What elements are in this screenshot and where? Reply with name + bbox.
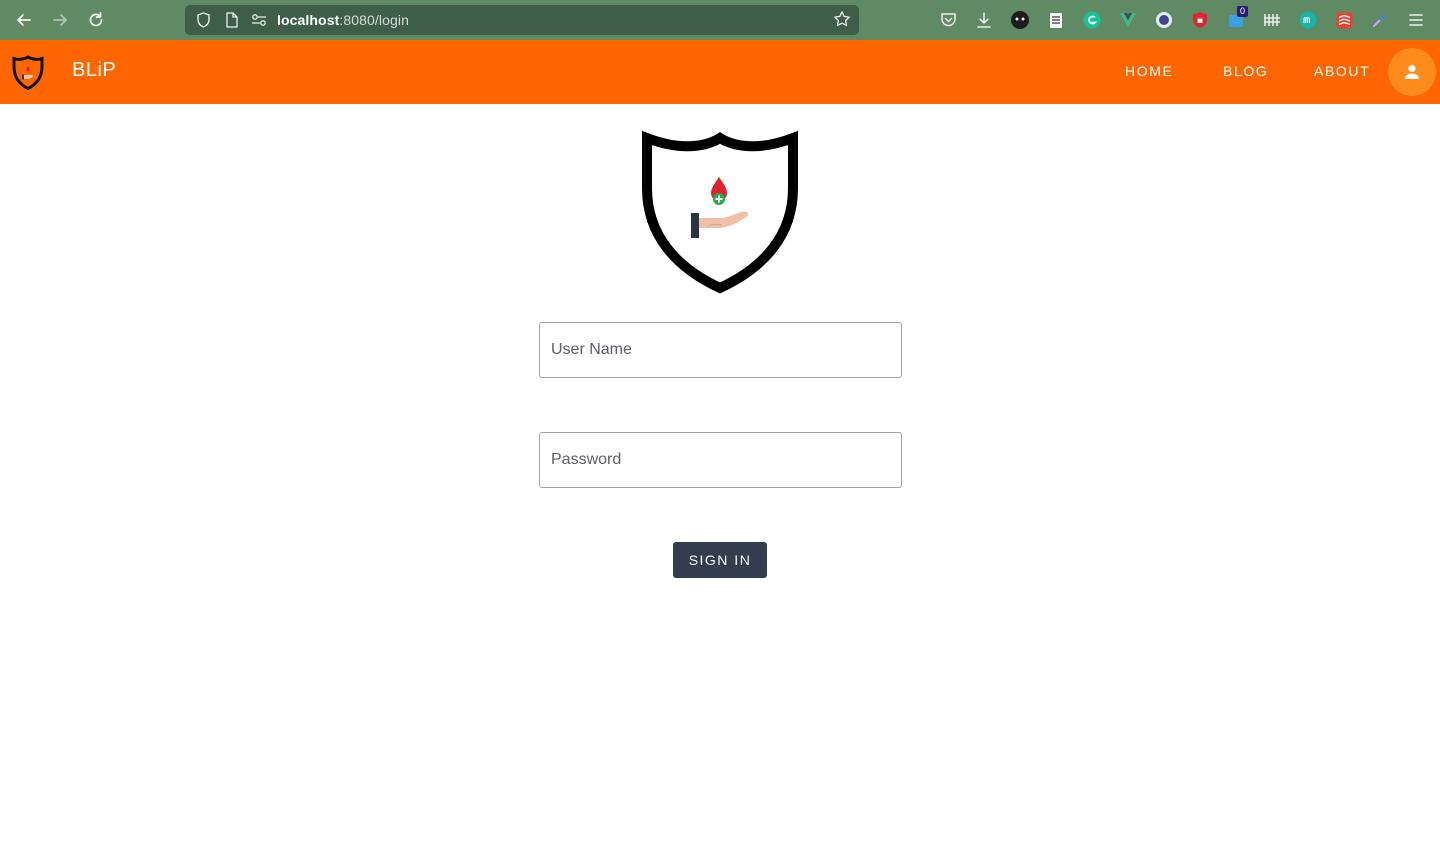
menu-icon[interactable] [1398, 0, 1434, 40]
profile-button[interactable] [1388, 48, 1436, 96]
login-shield-logo [642, 130, 798, 294]
sign-in-button[interactable]: SIGN IN [673, 542, 767, 578]
page-icon[interactable] [221, 10, 241, 30]
notes-icon[interactable] [1038, 0, 1074, 40]
forward-icon[interactable] [42, 4, 78, 36]
back-icon[interactable] [6, 4, 42, 36]
app-header: BLiP HOME BLOG ABOUT [0, 40, 1440, 104]
nav-about-link[interactable]: ABOUT [1314, 63, 1370, 79]
tab-counter-icon[interactable]: 0 [1218, 0, 1254, 40]
grammarly-icon[interactable] [1074, 0, 1110, 40]
browser-toolbar: localhost:8080/login 0 [0, 0, 1440, 40]
vue-devtools-icon[interactable] [1110, 0, 1146, 40]
password-manager-icon[interactable] [1182, 0, 1218, 40]
reload-icon[interactable] [78, 4, 114, 36]
download-icon[interactable] [966, 0, 1002, 40]
memex-icon[interactable] [1290, 0, 1326, 40]
url-path: :8080/login [339, 12, 409, 28]
url-host: localhost [277, 12, 340, 28]
password-input[interactable] [539, 432, 902, 488]
columns-icon[interactable] [1254, 0, 1290, 40]
address-bar[interactable]: localhost:8080/login [185, 5, 859, 35]
pocket-icon[interactable] [930, 0, 966, 40]
ghostery-icon[interactable] [1002, 0, 1038, 40]
user-icon [1405, 64, 1419, 79]
brand-name[interactable]: BLiP [72, 59, 116, 82]
tab-counter-badge: 0 [1237, 6, 1249, 17]
shield-icon[interactable] [193, 10, 213, 30]
url-text[interactable]: localhost:8080/login [277, 12, 409, 28]
permissions-icon[interactable] [249, 10, 269, 30]
color-picker-icon[interactable] [1362, 0, 1398, 40]
brand-logo-icon[interactable] [9, 53, 47, 91]
bookmark-star-icon[interactable] [833, 10, 851, 31]
translate-icon[interactable] [1146, 0, 1182, 40]
nav-home-link[interactable]: HOME [1125, 63, 1173, 79]
username-input[interactable] [539, 322, 902, 378]
nav-blog-link[interactable]: BLOG [1223, 63, 1268, 79]
extensions-toolbar: 0 [930, 0, 1434, 40]
todoist-icon[interactable] [1326, 0, 1362, 40]
